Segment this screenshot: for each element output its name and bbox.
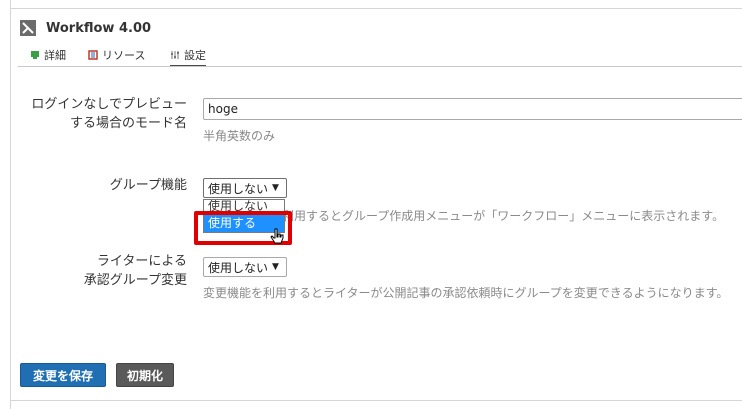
tab-resources[interactable]: リソース: [88, 46, 145, 64]
workflow-icon: [20, 20, 36, 36]
tab-label: 詳細: [44, 49, 66, 62]
tab-details[interactable]: 詳細: [30, 46, 66, 64]
chevron-down-icon: ▼: [272, 262, 279, 272]
mode-name-input[interactable]: hoge: [203, 98, 742, 120]
group-feature-select[interactable]: 使用しない ▼: [203, 178, 287, 198]
page-title: Workflow 4.00: [46, 21, 152, 36]
reset-button[interactable]: 初期化: [116, 363, 174, 387]
chevron-down-icon: ▼: [272, 183, 279, 193]
group-feature-help: 利用するとグループ作成用メニューが「ワークフロー」メニューに表示されます。: [282, 209, 725, 223]
save-button[interactable]: 変更を保存: [20, 363, 106, 387]
tab-settings[interactable]: 設定: [170, 46, 206, 67]
group-feature-label: グループ機能: [109, 178, 187, 193]
writer-approval-help: 変更機能を利用するとライターが公開記事の承認依頼時にグループを変更できるようにな…: [203, 286, 729, 300]
panel-top-border: [10, 8, 742, 9]
mode-name-help: 半角英数のみ: [203, 129, 276, 143]
resources-icon: [88, 50, 98, 60]
panel-left-border: [10, 0, 11, 409]
mode-name-label: ログインなしでプレビュー する場合のモード名: [31, 97, 187, 131]
writer-approval-label: ライターによる 承認グループ変更: [83, 254, 187, 288]
tab-label: リソース: [102, 49, 146, 62]
hand-cursor-icon: [270, 228, 284, 244]
settings-icon: [171, 51, 179, 59]
tab-label: 設定: [184, 49, 206, 62]
panel-bottom-border: [10, 400, 742, 401]
writer-approval-select[interactable]: 使用しない ▼: [203, 257, 287, 277]
tabs-divider: [18, 66, 742, 67]
details-icon: [31, 51, 39, 59]
